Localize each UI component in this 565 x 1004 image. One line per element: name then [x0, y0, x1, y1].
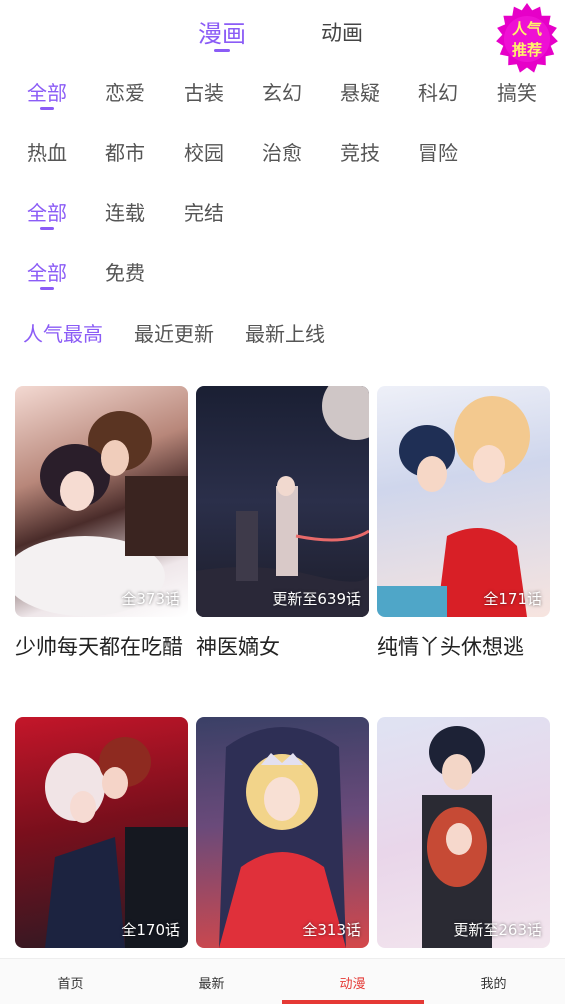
genre-filter-row-2: 热血 都市 校园 治愈 竞技 冒险: [0, 137, 565, 197]
princess-illustration-icon: [219, 727, 346, 948]
comic-cover-image: 全313话: [196, 717, 369, 948]
status-filter-row: 全部 连载 完结: [0, 197, 565, 257]
comic-cover-image: 全170话: [15, 717, 188, 948]
night-scene-illustration-icon: [196, 386, 369, 617]
genre-adventure[interactable]: 冒险: [418, 137, 458, 166]
status-all[interactable]: 全部: [27, 197, 67, 226]
episode-count: 更新至263话: [453, 921, 542, 939]
genre-mystery[interactable]: 悬疑: [340, 77, 380, 106]
price-active-indicator: [40, 287, 54, 290]
genre-comedy[interactable]: 搞笑: [497, 77, 537, 106]
status-serializing[interactable]: 连载: [105, 197, 145, 226]
dance-illustration-icon: [45, 737, 188, 948]
status-completed[interactable]: 完结: [184, 197, 224, 226]
price-free[interactable]: 免费: [105, 257, 145, 286]
genre-scifi[interactable]: 科幻: [418, 77, 458, 106]
couple-illustration-icon: [422, 726, 492, 948]
top-tab-bar: 漫画 动画: [0, 0, 565, 60]
genre-fantasy[interactable]: 玄幻: [262, 77, 302, 106]
tab-manhua[interactable]: 漫画: [198, 14, 246, 49]
comic-cover-image: 更新至639话: [196, 386, 369, 617]
price-filter-row: 全部 免费: [0, 257, 565, 317]
sort-most-popular[interactable]: 人气最高: [23, 318, 103, 347]
genre-costume[interactable]: 古装: [184, 77, 224, 106]
comic-title[interactable]: 神医嫡女: [196, 632, 376, 662]
episode-count: 全171话: [483, 590, 542, 608]
genre-urban[interactable]: 都市: [105, 137, 145, 166]
genre-active-indicator: [40, 107, 54, 110]
episode-count: 全313话: [302, 921, 361, 939]
genre-action[interactable]: 热血: [27, 137, 67, 166]
genre-all[interactable]: 全部: [27, 77, 67, 106]
genre-sports[interactable]: 竞技: [340, 137, 380, 166]
episode-count: 更新至639话: [272, 590, 361, 608]
comic-cover-image: 全373话: [15, 386, 188, 617]
price-all[interactable]: 全部: [27, 257, 67, 286]
bottom-navigation: 首页 最新 动漫 我的: [0, 958, 565, 1004]
genre-healing[interactable]: 治愈: [262, 137, 302, 166]
nav-mine[interactable]: 我的: [423, 973, 564, 992]
genre-filter-row-1: 全部 恋爱 古装 玄幻 悬疑 科幻 搞笑: [0, 77, 565, 137]
episode-count: 全170话: [121, 921, 180, 939]
couple-illustration-icon: [15, 411, 188, 616]
sort-newest[interactable]: 最新上线: [245, 318, 325, 347]
comic-cover-image: 全171话: [377, 386, 550, 617]
sort-row: 人气最高 最近更新 最新上线: [0, 318, 565, 378]
nav-anime[interactable]: 动漫: [282, 973, 423, 992]
genre-romance[interactable]: 恋爱: [105, 77, 145, 106]
tab-active-indicator: [214, 49, 230, 52]
comic-title[interactable]: 纯情丫头休想逃: [377, 632, 557, 662]
status-active-indicator: [40, 227, 54, 230]
episode-count: 全373话: [121, 590, 180, 608]
popular-recommend-badge[interactable]: 人气 推荐: [490, 3, 564, 77]
genre-campus[interactable]: 校园: [184, 137, 224, 166]
nav-latest[interactable]: 最新: [141, 973, 282, 992]
comic-cover-image: 更新至263话: [377, 717, 550, 948]
comic-title[interactable]: 少帅每天都在吃醋: [15, 632, 195, 662]
sort-recently-updated[interactable]: 最近更新: [134, 318, 214, 347]
nav-active-indicator: [282, 1000, 424, 1004]
nav-home[interactable]: 首页: [0, 973, 141, 992]
tab-donghua[interactable]: 动画: [321, 17, 363, 47]
couple-illustration-icon: [377, 396, 530, 617]
badge-label: 人气 推荐: [511, 20, 542, 59]
